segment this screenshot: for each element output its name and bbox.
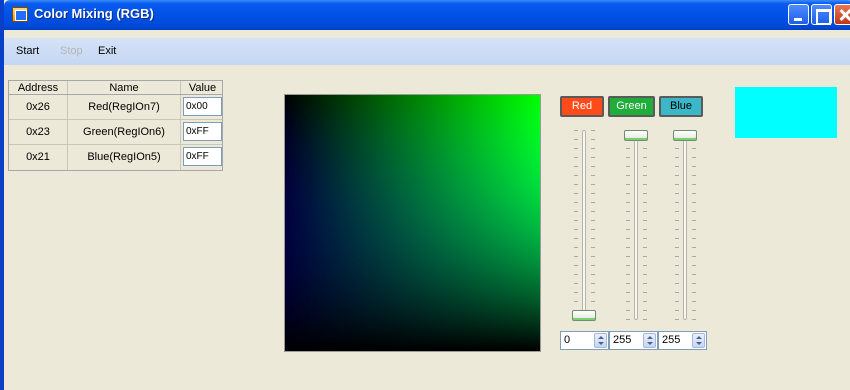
row-value-cell: 0x00: [181, 95, 224, 119]
green-channel-button[interactable]: Green: [608, 96, 655, 117]
red-value-stepper[interactable]: 0: [560, 331, 609, 350]
app-icon[interactable]: [12, 7, 28, 22]
green-slider-thumb[interactable]: [624, 130, 648, 141]
green-value-field[interactable]: 0xFF: [183, 122, 222, 141]
red-slider[interactable]: [564, 124, 604, 324]
blue-value-text[interactable]: 255: [662, 334, 680, 346]
blue-slider-thumb[interactable]: [673, 130, 697, 141]
maximize-button[interactable]: [811, 4, 832, 25]
app-window: Color Mixing (RGB) Start Stop Exit Addre…: [0, 0, 850, 390]
slider-track: [634, 130, 638, 320]
spin-arrows-icon[interactable]: [594, 333, 607, 348]
blue-slider[interactable]: [665, 124, 705, 324]
red-value-field[interactable]: 0x00: [183, 97, 222, 116]
red-channel-button[interactable]: Red: [560, 96, 604, 117]
spin-arrows-icon[interactable]: [643, 333, 656, 348]
header-value: Value: [188, 82, 217, 94]
blue-value-stepper[interactable]: 255: [658, 331, 707, 350]
slider-ticks: [692, 130, 696, 320]
green-slider[interactable]: [616, 124, 656, 324]
minimize-button[interactable]: [788, 4, 809, 25]
slider-ticks: [626, 130, 630, 320]
close-button[interactable]: [834, 4, 850, 25]
table-row: 0x21 Blue(RegIOn5) 0xFF: [9, 145, 222, 170]
row-value-cell: 0xFF: [181, 145, 224, 170]
spin-arrows-icon[interactable]: [692, 333, 705, 348]
register-table: Address Name Value 0x26 Red(RegIOn7) 0x0…: [8, 80, 223, 171]
blue-value-field[interactable]: 0xFF: [183, 147, 222, 166]
slider-ticks: [591, 130, 595, 320]
row-address: 0x21: [9, 145, 68, 170]
row-address: 0x26: [9, 95, 68, 119]
green-value-stepper[interactable]: 255: [609, 331, 658, 350]
row-name: Blue(RegIOn5): [68, 145, 181, 170]
window-title: Color Mixing (RGB): [34, 6, 154, 21]
slider-track: [683, 130, 687, 320]
header-name: Name: [68, 81, 181, 94]
table-row: 0x23 Green(RegIOn6) 0xFF: [9, 120, 222, 145]
row-value-cell: 0xFF: [181, 120, 224, 144]
color-preview-swatch: [735, 87, 837, 138]
row-name: Green(RegIOn6): [68, 120, 181, 144]
blue-channel-button[interactable]: Blue: [659, 96, 703, 117]
slider-ticks: [643, 130, 647, 320]
header-address: Address: [9, 81, 68, 94]
table-header: Address Name Value: [9, 81, 222, 95]
row-address: 0x23: [9, 120, 68, 144]
green-value-text[interactable]: 255: [613, 334, 631, 346]
red-slider-thumb[interactable]: [572, 310, 596, 321]
color-gradient-canvas[interactable]: [284, 94, 541, 352]
red-value-text[interactable]: 0: [564, 334, 570, 346]
menu-exit[interactable]: Exit: [98, 45, 116, 57]
row-name: Red(RegIOn7): [68, 95, 181, 119]
slider-ticks: [675, 130, 679, 320]
menu-stop[interactable]: Stop: [60, 45, 83, 57]
slider-ticks: [574, 130, 578, 320]
slider-track: [582, 130, 586, 320]
title-bar[interactable]: Color Mixing (RGB): [4, 0, 850, 30]
table-row: 0x26 Red(RegIOn7) 0x00: [9, 95, 222, 120]
menu-start[interactable]: Start: [16, 45, 39, 57]
menu-bar: Start Stop Exit: [4, 38, 850, 65]
